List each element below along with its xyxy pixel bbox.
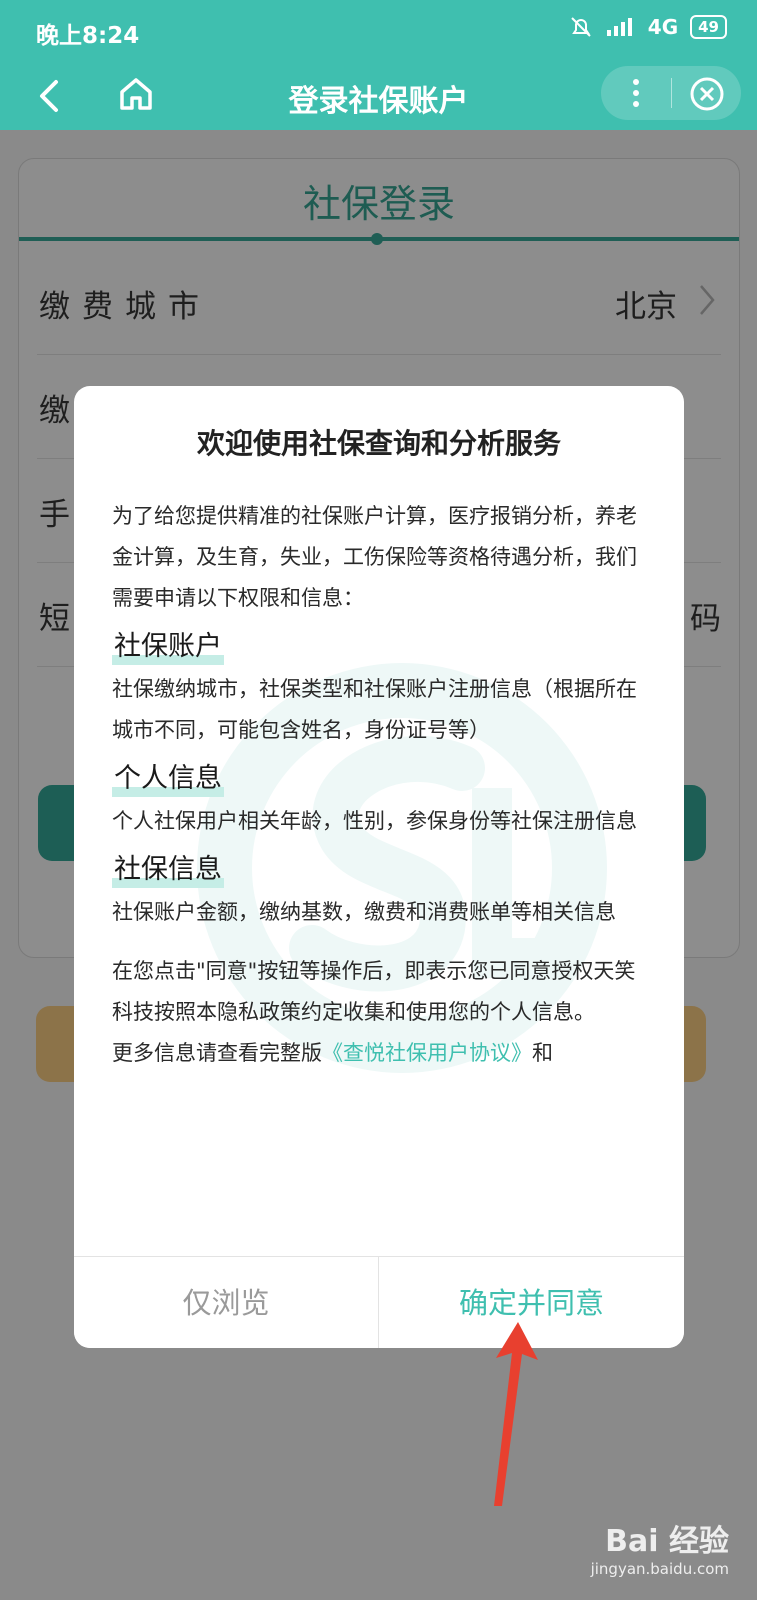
capsule-divider bbox=[671, 78, 672, 108]
section-heading: 个人信息 bbox=[112, 761, 224, 797]
signal-icon bbox=[606, 18, 632, 36]
watermark-url: jingyan.baidu.com bbox=[590, 1560, 729, 1578]
section-text: 社保账户金额，缴纳基数，缴费和消费账单等相关信息 bbox=[112, 900, 616, 924]
section-heading: 社保信息 bbox=[112, 852, 224, 888]
section-text: 个人社保用户相关年龄，性别，参保身份等社保注册信息 bbox=[112, 809, 637, 833]
close-icon[interactable] bbox=[689, 76, 725, 112]
battery-icon: 49 bbox=[690, 15, 727, 39]
mini-program-capsule bbox=[601, 66, 741, 120]
section-text: 社保缴纳城市，社保类型和社保账户注册信息（根据所在城市不同，可能包含姓名，身份证… bbox=[112, 677, 637, 742]
row-value: 北京 bbox=[615, 289, 677, 325]
more-info-line: 更多信息请查看完整版《查悦社保用户协议》和 bbox=[112, 1033, 650, 1074]
more-icon[interactable] bbox=[621, 74, 651, 112]
dialog-footer: 仅浏览 确定并同意 bbox=[74, 1256, 684, 1348]
section-heading: 社保账户 bbox=[112, 629, 224, 665]
dialog-title: 欢迎使用社保查询和分析服务 bbox=[196, 427, 561, 460]
status-icons: 4G 49 bbox=[568, 14, 727, 40]
mute-bell-icon bbox=[571, 17, 591, 37]
dialog-body: 为了给您提供精准的社保账户计算，医疗报销分析，养老金计算，及生育，失业，工伤保险… bbox=[112, 496, 650, 1074]
watermark-brand: Bai 经验 bbox=[605, 1524, 729, 1559]
row-value: 码 bbox=[690, 601, 721, 637]
agreement-link[interactable]: 《查悦社保用户协议》 bbox=[322, 1041, 532, 1065]
status-time: 晚上8:24 bbox=[36, 23, 140, 49]
baidu-jingyan-watermark: Bai 经验 jingyan.baidu.com bbox=[591, 1516, 729, 1578]
title-bar: 登录社保账户 bbox=[0, 62, 757, 130]
more-prefix: 更多信息请查看完整版 bbox=[112, 1041, 322, 1065]
card-title: 社保登录 bbox=[302, 182, 455, 226]
more-suffix: 和 bbox=[532, 1041, 553, 1065]
privacy-dialog: 欢迎使用社保查询和分析服务 为了给您提供精准的社保账户计算，医疗报销分析，养老金… bbox=[74, 386, 684, 1348]
row-label: 缴费城市 bbox=[39, 289, 211, 325]
chevron-right-icon bbox=[700, 285, 715, 315]
row-city[interactable]: 缴费城市 北京 bbox=[37, 251, 721, 355]
red-arrow-annotation bbox=[494, 1322, 538, 1506]
battery-level: 49 bbox=[698, 18, 719, 36]
browse-only-button[interactable]: 仅浏览 bbox=[74, 1257, 379, 1348]
consent-text: 在您点击"同意"按钮等操作后，即表示您已同意授权天笑科技按照本隐私政策约定收集和… bbox=[112, 959, 636, 1024]
network-type: 4G bbox=[647, 15, 679, 39]
tab-indicator bbox=[371, 233, 383, 245]
status-bar: 晚上8:24 4G 49 bbox=[0, 0, 757, 62]
dialog-intro: 为了给您提供精准的社保账户计算，医疗报销分析，养老金计算，及生育，失业，工伤保险… bbox=[112, 504, 637, 610]
